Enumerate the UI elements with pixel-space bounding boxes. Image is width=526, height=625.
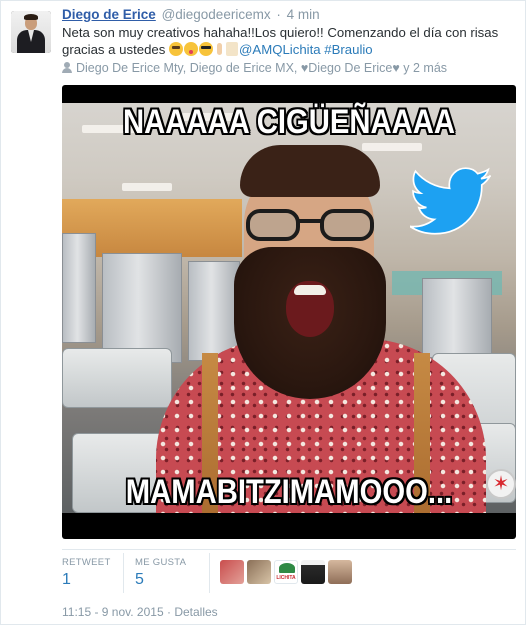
tweet-text: Neta son muy creativos hahaha!!Los quier… bbox=[62, 24, 517, 58]
mentioned-more[interactable]: y 2 más bbox=[400, 61, 447, 75]
tweet-footer: 11:15 - 9 nov. 2015 · Detalles bbox=[62, 605, 218, 619]
joy-emoji bbox=[169, 42, 184, 56]
heart-icon: ♥ bbox=[392, 61, 400, 75]
meme-top-caption: NAAAAA CIGÜEÑAAAA bbox=[123, 103, 455, 141]
meme-bottom-caption: MAMABITZIMAMOOO... bbox=[125, 473, 453, 511]
stats-divider bbox=[62, 549, 516, 550]
victory-hand-emoji bbox=[214, 42, 225, 56]
like-label: ME GUSTA bbox=[135, 557, 187, 568]
mentioned-users[interactable]: Diego De Erice Mty, Diego de Erice MX, bbox=[76, 61, 301, 75]
tweet-media-image[interactable]: NAAAAA CIGÜEÑAAAA MAMABITZIMAMOOO... bbox=[62, 85, 516, 539]
retweet-label: RETWEET bbox=[62, 557, 111, 568]
favoriter-avatar[interactable] bbox=[220, 560, 244, 584]
clapping-hands-emoji bbox=[226, 42, 239, 56]
retweet-count[interactable]: 1 bbox=[62, 570, 111, 590]
like-stat[interactable]: ME GUSTA 5 bbox=[135, 557, 186, 590]
author-name[interactable]: Diego de Erice bbox=[62, 7, 156, 22]
author-screen-name[interactable]: @diegodeericemx bbox=[162, 7, 271, 22]
favoriter-avatar[interactable] bbox=[247, 560, 271, 584]
tweet-card: Diego de Erice @diegodeericemx · 4 min N… bbox=[0, 0, 526, 625]
retweet-stat[interactable]: RETWEET 1 bbox=[62, 557, 111, 590]
mention-link[interactable]: @AMQLichita bbox=[239, 42, 321, 57]
mentioned-users-row[interactable]: Diego De Erice Mty, Diego de Erice MX, ♥… bbox=[62, 60, 447, 76]
like-count[interactable]: 5 bbox=[135, 570, 186, 590]
details-link[interactable]: Detalles bbox=[174, 605, 217, 619]
tweet-time-ago[interactable]: 4 min bbox=[287, 7, 320, 22]
stat-separator bbox=[123, 553, 124, 593]
sunglasses-emoji bbox=[199, 42, 214, 56]
favoriter-avatar[interactable] bbox=[274, 560, 298, 584]
header-separator: · bbox=[276, 7, 281, 22]
tweet-timestamp[interactable]: 11:15 - 9 nov. 2015 bbox=[62, 605, 164, 619]
mentioned-heart-user[interactable]: Diego De Erice bbox=[308, 61, 392, 75]
author-avatar[interactable] bbox=[11, 11, 51, 53]
favoriter-avatar[interactable] bbox=[328, 560, 352, 584]
person-icon bbox=[62, 62, 72, 73]
star-badge-icon bbox=[486, 469, 516, 499]
twitter-bird-icon bbox=[410, 167, 491, 235]
kiss-emoji bbox=[184, 42, 199, 56]
hashtag-link[interactable]: #Braulio bbox=[324, 42, 372, 57]
footer-separator: · bbox=[166, 605, 171, 619]
stat-separator bbox=[209, 553, 210, 593]
favoriter-avatar[interactable] bbox=[301, 560, 325, 584]
meme-photo bbox=[62, 103, 516, 513]
tweet-header: Diego de Erice @diegodeericemx · 4 min bbox=[62, 7, 320, 23]
